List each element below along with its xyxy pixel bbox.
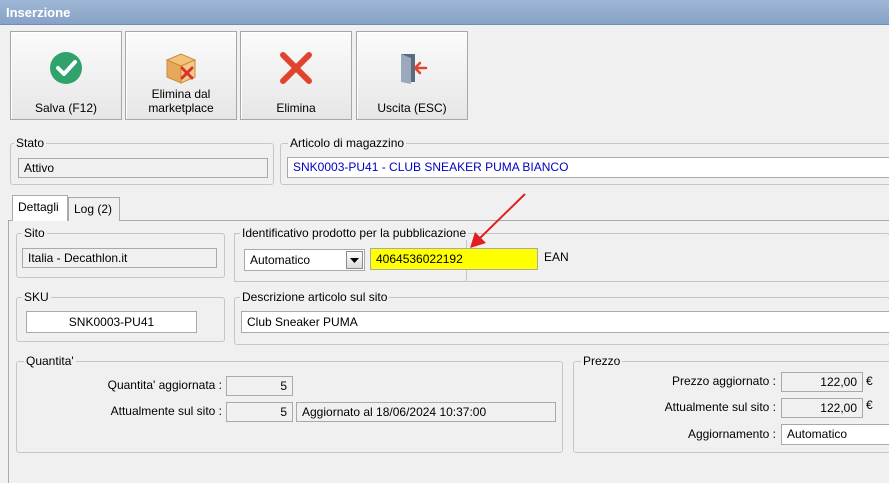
prezzo-aggiornato-label: Prezzo aggiornato : — [671, 374, 776, 388]
sito-title: Sito — [22, 226, 47, 240]
exit-door-icon — [401, 54, 428, 84]
prezzo-aggiornato-field: 122,00 — [781, 372, 863, 392]
exit-button[interactable]: Uscita (ESC) — [356, 31, 468, 120]
tab-log[interactable]: Log (2) — [68, 197, 120, 221]
prezzo-sul-sito-currency: € — [866, 398, 873, 412]
descrizione-title: Descrizione articolo sul sito — [240, 290, 390, 304]
prezzo-aggiornamento-select[interactable]: Automatico — [781, 424, 889, 445]
delete-button-label: Elimina — [276, 101, 316, 115]
tab-dettagli[interactable]: Dettagli — [12, 195, 68, 221]
quantita-sul-sito-field: 5 — [226, 402, 293, 422]
save-button-label: Salva (F12) — [34, 101, 98, 115]
identificativo-type-label: EAN — [544, 250, 569, 264]
prezzo-sul-sito-field: 122,00 — [781, 398, 863, 418]
chevron-down-icon[interactable] — [346, 251, 363, 269]
prezzo-title: Prezzo — [581, 354, 623, 368]
window-title: Inserzione — [6, 5, 71, 20]
quantita-aggiornata-label: Quantita' aggiornata : — [107, 378, 222, 392]
red-arrow-annotation — [470, 193, 526, 248]
quantita-status-field: Aggiornato al 18/06/2024 10:37:00 — [296, 402, 556, 422]
sku-title: SKU — [22, 290, 51, 304]
articolo-title: Articolo di magazzino — [288, 136, 407, 150]
stato-title: Stato — [14, 136, 47, 150]
box-delete-icon — [165, 53, 197, 84]
delete-from-marketplace-label: Elimina dal marketplace — [148, 87, 214, 115]
prezzo-sul-sito-label: Attualmente sul sito : — [664, 400, 776, 414]
articolo-field[interactable]: SNK0003-PU41 - CLUB SNEAKER PUMA BIANCO — [287, 157, 889, 178]
descrizione-field[interactable]: Club Sneaker PUMA — [241, 311, 889, 333]
delete-button[interactable]: Elimina — [240, 31, 352, 120]
prezzo-aggiornamento-label: Aggiornamento : — [687, 427, 776, 441]
checkmark-icon — [50, 52, 82, 84]
close-x-icon — [280, 52, 312, 84]
save-button[interactable]: Salva (F12) — [10, 31, 122, 120]
sito-field: Italia - Decathlon.it — [22, 248, 217, 268]
exit-button-label: Uscita (ESC) — [377, 101, 447, 115]
quantita-aggiornata-field: 5 — [226, 376, 293, 396]
quantita-title: Quantita' — [24, 354, 76, 368]
prezzo-aggiornato-currency: € — [866, 374, 873, 388]
quantita-sul-sito-label: Attualmente sul sito : — [110, 404, 222, 418]
stato-field: Attivo — [18, 158, 268, 178]
identificativo-title: Identificativo prodotto per la pubblicaz… — [240, 226, 469, 240]
window-title-bar: Inserzione — [0, 0, 889, 25]
sku-field[interactable]: SNK0003-PU41 — [26, 311, 197, 333]
delete-from-marketplace-button[interactable]: Elimina dal marketplace — [125, 31, 237, 120]
